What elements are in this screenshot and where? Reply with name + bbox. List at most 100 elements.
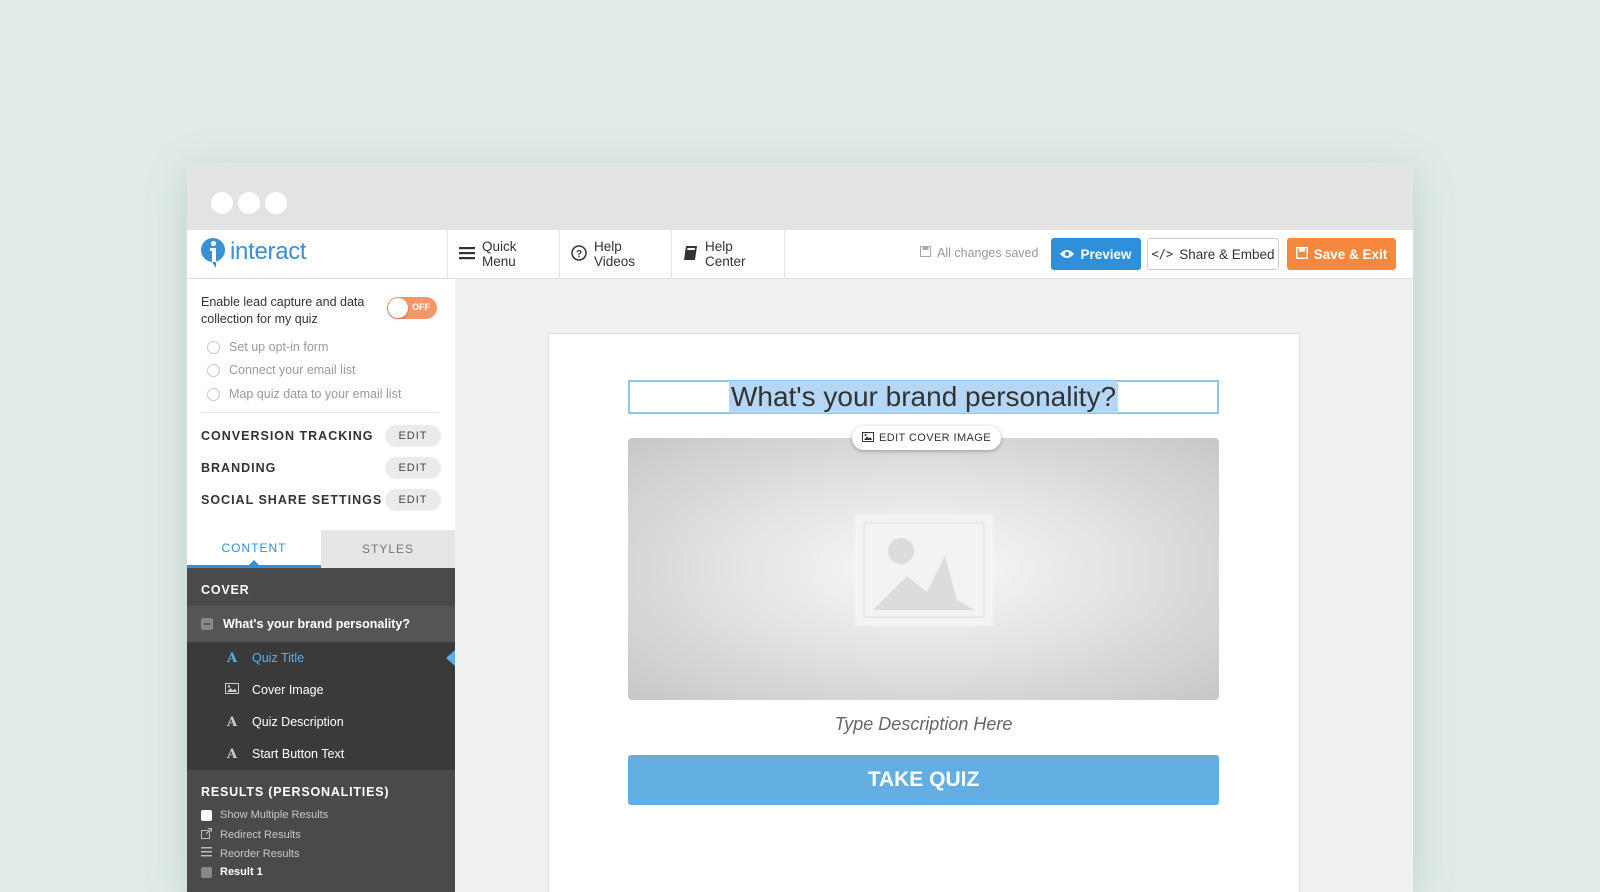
floppy-disk-icon — [1295, 246, 1308, 262]
cover-subitems: A Quiz Title Cover Image A Quiz Descript… — [187, 642, 455, 770]
image-icon — [224, 682, 240, 698]
image-placeholder-icon — [855, 514, 993, 631]
window-minimize-dot[interactable] — [238, 192, 260, 214]
sidebar-tabs: CONTENT STYLES — [187, 530, 455, 568]
text-icon: A — [226, 714, 238, 730]
radio-button[interactable] — [207, 340, 220, 354]
text-icon: A — [226, 746, 238, 762]
external-link-icon — [201, 828, 212, 842]
option-label: Set up opt-in form — [229, 340, 329, 354]
option-label: Redirect Results — [220, 829, 301, 841]
svg-text:?: ? — [576, 249, 582, 260]
image-icon — [862, 431, 874, 445]
save-status-text: All changes saved — [937, 246, 1039, 260]
window-titlebar — [187, 163, 1413, 230]
question-circle-icon: ? — [571, 244, 587, 264]
quiz-title-input[interactable]: What's your brand personality? — [628, 380, 1219, 414]
radio-button[interactable] — [207, 363, 220, 377]
code-icon: </> — [1151, 247, 1174, 261]
tab-label: STYLES — [361, 542, 415, 556]
checkbox[interactable] — [201, 809, 212, 821]
share-embed-label: Share & Embed — [1179, 246, 1275, 262]
social-share-edit-button[interactable]: EDIT — [385, 489, 441, 511]
conversion-tracking-row: CONVERSION TRACKING EDIT — [201, 424, 441, 448]
result-label: Result 1 — [220, 866, 263, 878]
email-list-option[interactable]: Connect your email list — [207, 363, 355, 377]
opt-in-form-option[interactable]: Set up opt-in form — [207, 340, 328, 354]
option-label: Reorder Results — [220, 847, 300, 860]
subitem-label: Cover Image — [252, 683, 324, 697]
setting-label: BRANDING — [201, 461, 277, 475]
quick-menu-button[interactable]: Quick Menu — [447, 230, 559, 278]
window-close-dot[interactable] — [211, 192, 233, 214]
interact-logo[interactable]: interact — [201, 238, 307, 268]
option-label: Map quiz data to your email list — [229, 387, 402, 401]
share-embed-button[interactable]: </> Share & Embed — [1147, 238, 1279, 270]
quiz-title-text: What's your brand personality? — [728, 381, 1119, 413]
map-data-option[interactable]: Map quiz data to your email list — [207, 387, 401, 401]
result-1-item[interactable]: Result 1 — [201, 866, 263, 878]
brand-name: interact — [230, 238, 307, 265]
subitem-label: Start Button Text — [252, 747, 345, 761]
option-label: Show Multiple Results — [220, 809, 329, 821]
save-status: All changes saved — [920, 246, 1038, 260]
branding-row: BRANDING EDIT — [201, 456, 441, 480]
conversion-tracking-edit-button[interactable]: EDIT — [385, 425, 441, 447]
help-videos-button[interactable]: ? Help Videos — [559, 230, 671, 278]
selected-pointer-icon — [446, 650, 455, 666]
top-navigation: interact Quick Menu ? Help Videos Help C… — [187, 230, 1413, 279]
subitem-quiz-description[interactable]: A Quiz Description — [187, 706, 455, 738]
sidebar: Enable lead capture and data collection … — [187, 279, 455, 892]
take-quiz-button[interactable]: TAKE QUIZ — [628, 755, 1219, 805]
toggle-state: OFF — [412, 302, 430, 312]
preview-button[interactable]: Preview — [1051, 238, 1141, 270]
cover-item-label: What's your brand personality? — [223, 617, 411, 631]
hamburger-icon — [459, 246, 475, 263]
subitem-label: Quiz Description — [252, 715, 344, 729]
help-center-button[interactable]: Help Center — [671, 230, 785, 278]
radio-button[interactable] — [207, 387, 220, 401]
quiz-description-input[interactable]: Type Description Here — [628, 714, 1219, 735]
social-share-row: SOCIAL SHARE SETTINGS EDIT — [201, 488, 441, 512]
results-section-heading: RESULTS (PERSONALITIES) — [201, 785, 390, 799]
branding-edit-button[interactable]: EDIT — [385, 457, 441, 479]
subitem-start-button-text[interactable]: A Start Button Text — [187, 738, 455, 770]
quiz-cover-card: What's your brand personality? EDIT COVE… — [548, 333, 1300, 892]
tab-styles[interactable]: STYLES — [321, 530, 455, 568]
divider — [201, 412, 439, 413]
floppy-disk-icon — [920, 246, 931, 260]
subitem-label: Quiz Title — [252, 651, 305, 665]
lead-capture-label: Enable lead capture and data collection … — [201, 295, 365, 326]
redirect-results-option[interactable]: Redirect Results — [201, 828, 301, 842]
lead-capture-toggle[interactable]: OFF — [387, 297, 437, 319]
result-icon — [201, 866, 212, 878]
edit-cover-label: EDIT COVER IMAGE — [879, 432, 991, 444]
option-label: Connect your email list — [229, 363, 356, 377]
collapse-icon[interactable] — [201, 618, 213, 630]
tab-label: CONTENT — [221, 540, 287, 555]
toggle-knob — [388, 298, 408, 318]
help-center-label: Help Center — [705, 239, 746, 269]
eye-icon — [1060, 247, 1075, 262]
active-tab-caret-icon — [248, 560, 260, 566]
book-icon — [683, 245, 698, 264]
subitem-cover-image[interactable]: Cover Image — [187, 674, 455, 706]
setting-label: SOCIAL SHARE SETTINGS — [201, 493, 383, 507]
help-videos-label: Help Videos — [594, 239, 636, 269]
app-window: interact Quick Menu ? Help Videos Help C… — [187, 163, 1413, 892]
cover-section-heading: COVER — [201, 583, 250, 597]
cover-image-placeholder[interactable] — [628, 438, 1219, 700]
reorder-results-option[interactable]: Reorder Results — [201, 847, 299, 860]
window-zoom-dot[interactable] — [265, 192, 287, 214]
setting-label: CONVERSION TRACKING — [201, 429, 374, 443]
subitem-quiz-title[interactable]: A Quiz Title — [187, 642, 455, 674]
text-icon: A — [226, 650, 238, 666]
edit-cover-image-button[interactable]: EDIT COVER IMAGE — [852, 426, 1001, 450]
preview-label: Preview — [1080, 246, 1132, 262]
save-exit-button[interactable]: Save & Exit — [1287, 238, 1396, 270]
content-tree: COVER What's your brand personality? A Q… — [187, 568, 455, 892]
show-multiple-results-option[interactable]: Show Multiple Results — [201, 809, 328, 821]
tab-content[interactable]: CONTENT — [187, 530, 321, 568]
list-icon — [201, 847, 212, 860]
cover-item[interactable]: What's your brand personality? — [187, 606, 455, 642]
